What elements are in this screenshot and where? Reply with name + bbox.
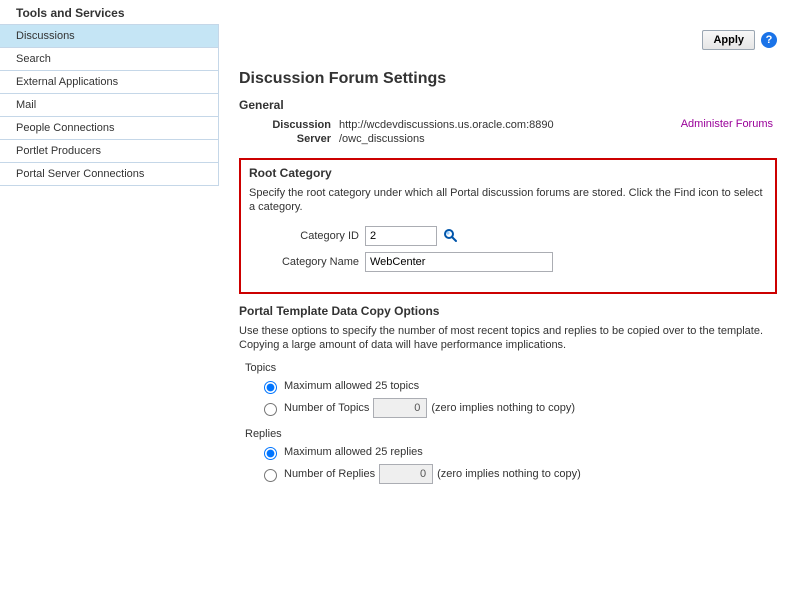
replies-number-input [379,464,433,484]
sidebar-item-mail[interactable]: Mail [0,94,218,117]
sidebar-item-portlet-producers[interactable]: Portlet Producers [0,140,218,163]
replies-number-text: Number of Replies [284,468,375,480]
replies-label: Replies [245,428,777,440]
category-name-input[interactable] [365,252,553,272]
topics-hint: (zero implies nothing to copy) [431,402,575,414]
replies-max-radio[interactable] [264,447,277,460]
server-path: /owc_discussions [339,132,681,146]
administer-forums-link[interactable]: Administer Forums [681,118,777,130]
help-icon[interactable]: ? [761,32,777,48]
header-title: Tools and Services [0,0,787,24]
sidebar: Discussions Search External Applications… [0,24,219,186]
category-name-label: Category Name [249,256,365,268]
replies-hint: (zero implies nothing to copy) [437,468,581,480]
root-category-desc: Specify the root category under which al… [249,186,767,214]
find-icon[interactable] [443,228,459,244]
template-heading: Portal Template Data Copy Options [239,304,777,318]
main-content: Apply ? Discussion Forum Settings Genera… [219,24,787,508]
root-category-heading: Root Category [249,166,767,180]
sidebar-item-people-connections[interactable]: People Connections [0,117,218,140]
topics-label: Topics [245,362,777,374]
server-url: http://wcdevdiscussions.us.oracle.com:88… [339,118,681,132]
replies-max-text: Maximum allowed 25 replies [284,446,423,458]
discussion-server-value: http://wcdevdiscussions.us.oracle.com:88… [339,118,681,146]
apply-button[interactable]: Apply [702,30,755,50]
topics-number-input [373,398,427,418]
topics-number-radio[interactable] [264,403,277,416]
sidebar-item-external-applications[interactable]: External Applications [0,71,218,94]
template-desc: Use these options to specify the number … [239,324,777,352]
category-id-label: Category ID [249,230,365,242]
root-category-section: Root Category Specify the root category … [239,158,777,294]
sidebar-item-discussions[interactable]: Discussions [0,25,218,48]
topics-max-text: Maximum allowed 25 topics [284,380,419,392]
discussion-server-label: Discussion Server [259,118,339,146]
sidebar-item-portal-server-connections[interactable]: Portal Server Connections [0,163,218,186]
replies-number-radio[interactable] [264,469,277,482]
general-heading: General [239,98,777,112]
topics-max-radio[interactable] [264,381,277,394]
topics-number-text: Number of Topics [284,402,369,414]
page-title: Discussion Forum Settings [239,70,777,88]
sidebar-item-search[interactable]: Search [0,48,218,71]
category-id-input[interactable] [365,226,437,246]
